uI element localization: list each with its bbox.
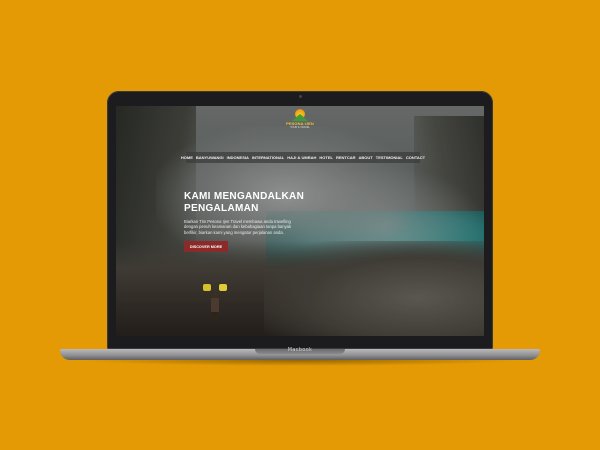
discover-more-button[interactable]: DISCOVER MORE — [184, 241, 228, 253]
nav-haji-umrah[interactable]: HAJI & UMRAH — [287, 155, 316, 160]
hero-title: KAMI MENGANDALKAN PENGALAMAN — [184, 191, 334, 215]
hero-description: Biarkan Tim Pesona Ijen Travel membawa a… — [184, 219, 292, 235]
logo-sun-mountain-icon — [290, 109, 310, 121]
nav-hotel[interactable]: HOTEL — [319, 155, 333, 160]
nav-about[interactable]: ABOUT — [359, 155, 373, 160]
hero-section: KAMI MENGANDALKAN PENGALAMAN Biarkan Tim… — [184, 191, 334, 253]
main-navigation: HOME BANYUWANGI INDONESIA INTERNATIONAL … — [181, 152, 425, 163]
nav-contact[interactable]: CONTACT — [406, 155, 425, 160]
nav-rentcar[interactable]: RENTCAR — [336, 155, 356, 160]
laptop-shadow — [80, 360, 520, 366]
device-brand-label: Macbook — [287, 347, 313, 353]
laptop-lid: PESONA IJEN TOUR & TRAVEL HOME BANYUWANG… — [107, 91, 493, 349]
logo-tagline: TOUR & TRAVEL — [290, 126, 310, 129]
hero-title-line-2: PENGALAMAN — [184, 203, 259, 214]
nav-international[interactable]: INTERNATIONAL — [252, 155, 284, 160]
nav-indonesia[interactable]: INDONESIA — [227, 155, 249, 160]
nav-banyuwangi[interactable]: BANYUWANGI — [196, 155, 224, 160]
site-logo[interactable]: PESONA IJEN TOUR & TRAVEL — [286, 109, 314, 133]
sulfur-miner-figure — [203, 284, 227, 320]
nav-home[interactable]: HOME — [181, 155, 193, 160]
hero-title-line-1: KAMI MENGANDALKAN — [184, 191, 305, 202]
laptop-screen: PESONA IJEN TOUR & TRAVEL HOME BANYUWANG… — [116, 106, 484, 336]
camera-dot — [298, 95, 302, 98]
nav-testimonial[interactable]: TESTIMONIAL — [376, 155, 403, 160]
